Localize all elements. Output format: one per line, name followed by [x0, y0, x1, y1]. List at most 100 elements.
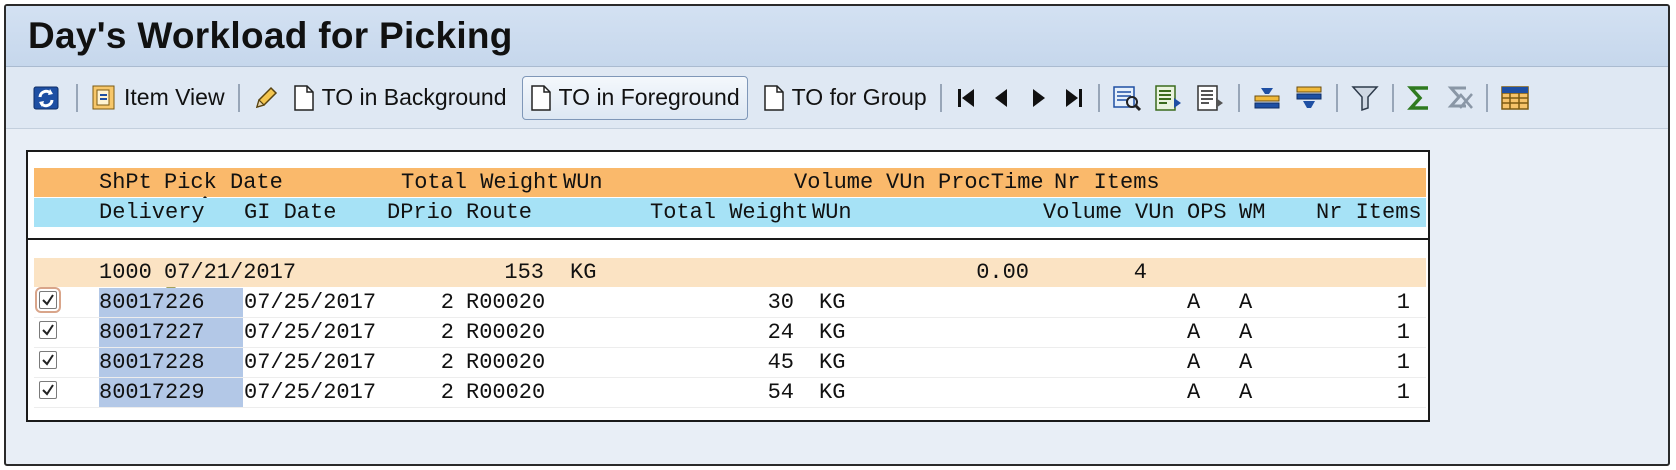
wm-cell: A [1239, 350, 1253, 375]
toolbar-separator [939, 83, 942, 112]
item-view-icon [91, 84, 117, 112]
refresh-icon [32, 83, 64, 113]
table-row[interactable]: 80017228 07/25/2017 2 R00020 45 KG A A 1 [34, 348, 1426, 378]
table-row[interactable]: 80017226 07/25/2017 2 R00020 30 KG A A 1 [34, 287, 1426, 318]
delivery-cell[interactable]: 80017227 [99, 320, 205, 345]
header-divider [28, 238, 1428, 240]
to-in-foreground-label: TO in Foreground [558, 84, 740, 110]
to-in-background-button[interactable]: TO in Background [286, 76, 514, 120]
to-for-group-button[interactable]: TO for Group [756, 76, 934, 120]
first-page-button[interactable] [948, 76, 984, 120]
to-for-group-label: TO for Group [791, 84, 927, 110]
wun-cell: KG [819, 290, 846, 315]
gi-date-cell: 07/25/2017 [244, 350, 377, 375]
edit-button[interactable] [246, 76, 286, 120]
col-total-weight[interactable]: Total Weight [650, 200, 808, 225]
sort-ascending-button[interactable] [1246, 76, 1288, 120]
next-page-button[interactable] [1020, 76, 1056, 120]
col-vun[interactable]: VUn [886, 170, 926, 195]
toolbar-separator [1391, 83, 1394, 112]
wm-cell: A [1239, 320, 1253, 345]
delivery-cell[interactable]: 80017228 [99, 350, 205, 375]
gi-date-cell: 07/25/2017 [244, 380, 377, 405]
col-volume[interactable]: Volume [1043, 200, 1122, 225]
toolbar-separator [237, 83, 240, 112]
col-delivery[interactable]: Delivery [99, 200, 205, 225]
subtotal-button[interactable] [1440, 76, 1480, 120]
col-pick-date[interactable]: Pick Date [164, 170, 283, 195]
wm-cell: A [1239, 380, 1253, 405]
col-nr-items[interactable]: Nr Items [1316, 200, 1422, 225]
col-proctime[interactable]: ProcTime [938, 170, 1044, 195]
group-nr-items: 4 [1133, 260, 1147, 285]
col-gi-date[interactable]: GI Date [244, 200, 336, 225]
group-wun: KG [570, 260, 597, 285]
last-page-icon [1062, 86, 1086, 110]
col-nr-items[interactable]: Nr Items [1054, 170, 1160, 195]
total-weight-cell: 54 [767, 380, 794, 405]
nr-items-cell: 1 [1396, 380, 1410, 405]
dprio-cell: 2 [440, 350, 454, 375]
previous-page-icon [990, 86, 1014, 110]
col-shpt[interactable]: ShPt [99, 170, 152, 195]
filter-button[interactable] [1344, 76, 1386, 120]
gi-date-cell: 07/25/2017 [244, 320, 377, 345]
table-row[interactable]: 80017227 07/25/2017 2 R00020 24 KG A A 1 [34, 318, 1426, 348]
page-title: Day's Workload for Picking [28, 15, 513, 56]
col-wun[interactable]: WUn [563, 170, 603, 195]
workload-list: ShPt Pick Date Total Weight WUn Volume V… [26, 150, 1430, 422]
col-total-weight[interactable]: Total Weight [401, 170, 559, 195]
grid-icon [1500, 84, 1530, 112]
gi-date-cell: 07/25/2017 [244, 290, 377, 315]
refresh-button[interactable] [26, 76, 70, 120]
to-in-foreground-button[interactable]: TO in Foreground [521, 75, 748, 120]
total-weight-cell: 30 [767, 290, 794, 315]
header-row-1: ShPt Pick Date Total Weight WUn Volume V… [34, 168, 1426, 216]
table-row[interactable]: 80017229 07/25/2017 2 R00020 54 KG A A 1 [34, 378, 1426, 408]
folder-collapse-icon[interactable] [34, 258, 189, 306]
col-volume[interactable]: Volume [794, 170, 873, 195]
wm-cell: A [1239, 290, 1253, 315]
document-icon [530, 84, 552, 112]
col-route[interactable]: Route [466, 200, 532, 225]
subtotal-icon [1446, 84, 1474, 112]
ops-cell: A [1187, 350, 1201, 375]
export-button[interactable] [1148, 76, 1190, 120]
dprio-cell: 2 [440, 380, 454, 405]
wun-cell: KG [819, 320, 846, 345]
col-dprio[interactable]: DPrio [387, 200, 453, 225]
grid-button[interactable] [1494, 76, 1536, 120]
group-row[interactable]: 1000 07/21/2017 153 KG 0.00 4 [34, 258, 1426, 306]
sum-button[interactable] [1400, 76, 1440, 120]
col-wun[interactable]: WUn [812, 200, 852, 225]
sort-descending-icon [1294, 84, 1324, 112]
ops-cell: A [1187, 380, 1201, 405]
pencil-icon [252, 84, 280, 112]
delivery-cell[interactable]: 80017226 [99, 290, 205, 315]
filter-icon [1350, 84, 1380, 112]
previous-page-button[interactable] [984, 76, 1020, 120]
col-ops[interactable]: OPS [1187, 200, 1227, 225]
sort-descending-button[interactable] [1288, 76, 1330, 120]
col-vun[interactable]: VUn [1135, 200, 1175, 225]
wun-cell: KG [819, 380, 846, 405]
list-container: ShPt Pick Date Total Weight WUn Volume V… [26, 150, 1430, 422]
wun-cell: KG [819, 350, 846, 375]
nr-items-cell: 1 [1396, 320, 1410, 345]
header-row-2: Delivery GI Date DPrio Route Total Weigh… [34, 198, 1426, 227]
ops-cell: A [1187, 290, 1201, 315]
sort-ascending-icon [1252, 84, 1282, 112]
item-view-button[interactable]: Item View [84, 76, 232, 120]
delivery-cell[interactable]: 80017229 [99, 380, 205, 405]
layout-button[interactable] [1190, 76, 1232, 120]
layout-icon [1196, 84, 1226, 112]
col-wm[interactable]: WM [1239, 200, 1265, 225]
row-checkbox[interactable] [39, 321, 57, 339]
ops-cell: A [1187, 320, 1201, 345]
row-checkbox[interactable] [39, 381, 57, 399]
details-button[interactable] [1106, 76, 1148, 120]
row-checkbox[interactable] [35, 287, 61, 313]
last-page-button[interactable] [1056, 76, 1092, 120]
document-icon [763, 84, 785, 112]
row-checkbox[interactable] [39, 351, 57, 369]
